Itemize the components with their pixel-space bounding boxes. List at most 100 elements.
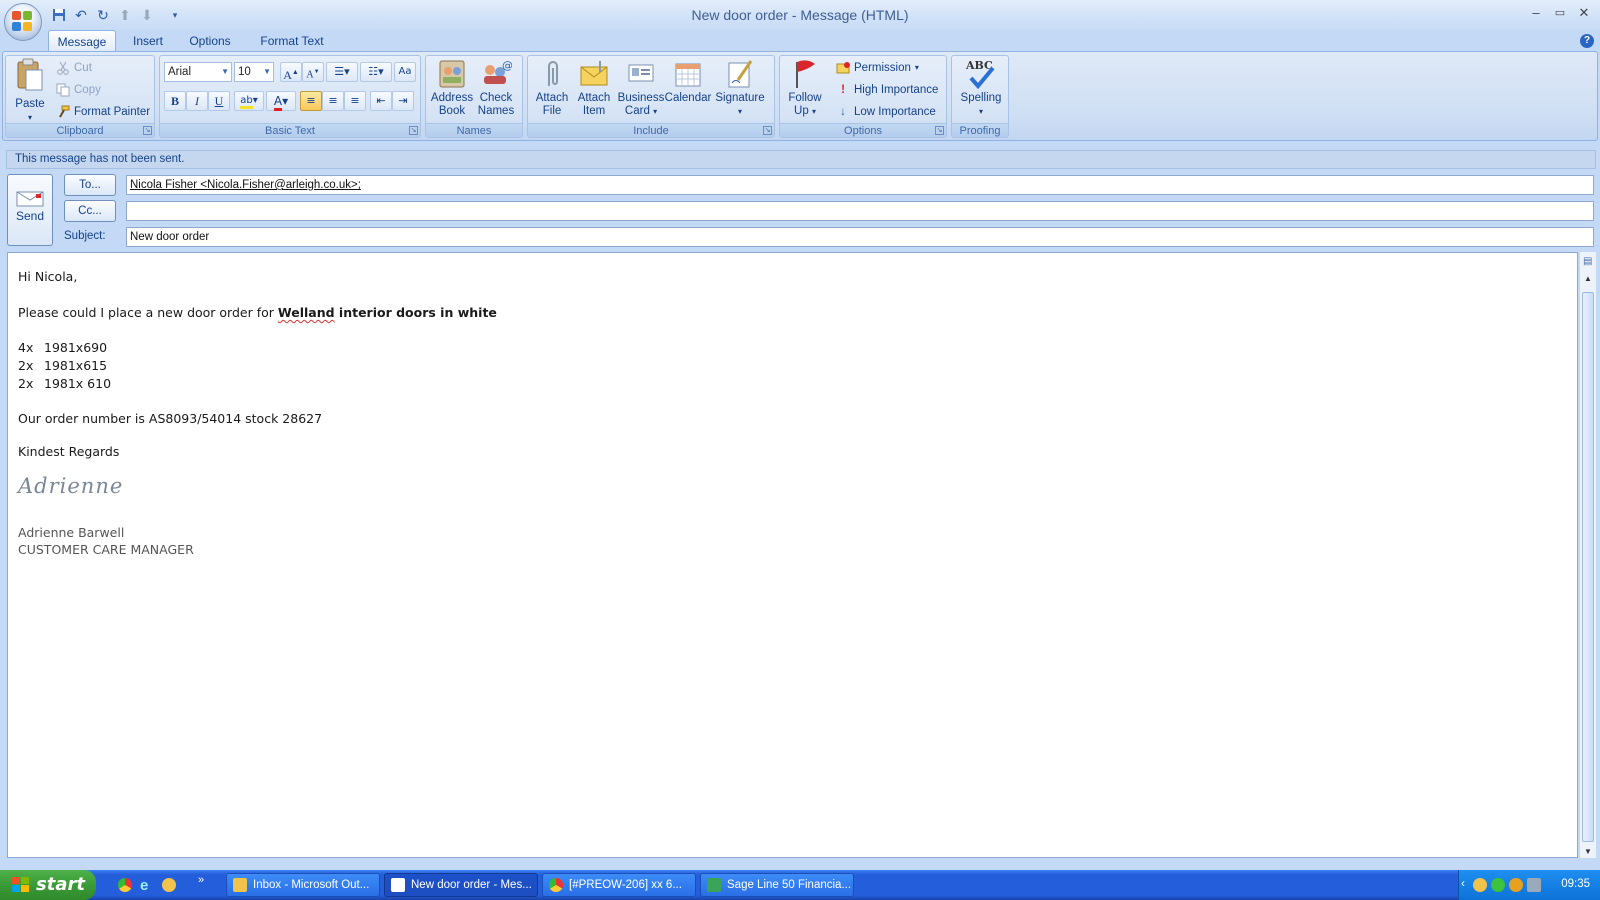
tab-message[interactable]: Message bbox=[48, 30, 116, 52]
follow-up-label-2: Up ▾ bbox=[794, 105, 816, 117]
chrome-quicklaunch-icon[interactable] bbox=[118, 878, 132, 892]
sender-title: CUSTOMER CARE MANAGER bbox=[18, 542, 194, 557]
taskbar-item[interactable]: Inbox - Microsoft Out... bbox=[226, 873, 380, 897]
basic-text-dialog-launcher[interactable]: ↘ bbox=[409, 126, 418, 135]
include-dialog-launcher[interactable]: ↘ bbox=[763, 126, 772, 135]
signature-button[interactable]: Signature ▾ bbox=[712, 58, 768, 118]
outlook-quicklaunch-icon[interactable] bbox=[162, 878, 176, 892]
taskbar-item[interactable]: [#PREOW-206] xx 6... bbox=[542, 873, 696, 897]
business-card-button[interactable]: Business Card ▾ bbox=[616, 58, 666, 118]
copy-icon bbox=[56, 83, 70, 97]
font-color-button[interactable]: A▾ bbox=[266, 91, 296, 111]
taskbar-item[interactable]: Sage Line 50 Financia... bbox=[700, 873, 854, 897]
to-button[interactable]: To... bbox=[64, 174, 116, 196]
paste-icon bbox=[14, 58, 46, 91]
recipient-to[interactable]: Nicola Fisher <Nicola.Fisher@arleigh.co.… bbox=[130, 179, 361, 191]
bullets-button[interactable]: ☰▾ bbox=[326, 62, 358, 82]
status-tray-icon[interactable] bbox=[1491, 878, 1505, 892]
address-book-button[interactable]: Address Book bbox=[430, 58, 474, 118]
title-bar: ↶ ↻ ⬆ ⬇ ▾ New door order - Message (HTML… bbox=[0, 0, 1600, 41]
check-names-button[interactable]: @ Check Names bbox=[474, 58, 518, 118]
quicklaunch-overflow-icon[interactable]: » bbox=[198, 874, 204, 886]
scroll-thumb[interactable] bbox=[1582, 292, 1594, 842]
align-left-button[interactable]: ≡ bbox=[300, 91, 322, 111]
calendar-button[interactable]: Calendar bbox=[662, 58, 714, 105]
minimize-button[interactable]: – bbox=[1525, 4, 1547, 22]
ruler-toggle-icon[interactable]: ▤ bbox=[1583, 256, 1592, 267]
clipboard-dialog-launcher[interactable]: ↘ bbox=[143, 126, 152, 135]
numbering-button[interactable]: ☷▾ bbox=[360, 62, 392, 82]
info-bar: This message has not been sent. bbox=[6, 150, 1596, 169]
scroll-down-icon[interactable]: ▼ bbox=[1584, 847, 1592, 856]
spelling-button[interactable]: ABC Spelling ▾ bbox=[956, 58, 1006, 118]
close-button[interactable]: ✕ bbox=[1573, 4, 1595, 22]
envelope-icon bbox=[578, 58, 610, 90]
cut-button[interactable]: Cut bbox=[56, 58, 92, 78]
tab-options[interactable]: Options bbox=[180, 30, 240, 52]
paste-button[interactable]: Paste ▾ bbox=[10, 58, 50, 124]
underline-button[interactable]: U bbox=[208, 91, 230, 111]
format-painter-button[interactable]: Format Painter bbox=[56, 102, 150, 122]
order-item-size: 1981x 610 bbox=[44, 376, 112, 391]
chevron-down-icon: ▼ bbox=[263, 67, 271, 76]
align-center-button[interactable]: ≡ bbox=[322, 91, 344, 111]
cc-field[interactable] bbox=[126, 201, 1594, 221]
tab-format-text[interactable]: Format Text bbox=[252, 30, 332, 52]
font-family-select[interactable]: Arial ▼ bbox=[164, 62, 232, 82]
copy-button[interactable]: Copy bbox=[56, 80, 101, 100]
highlighter-icon: ab bbox=[240, 95, 253, 109]
decrease-indent-button[interactable]: ⇤ bbox=[370, 91, 392, 111]
signature-dropdown-icon[interactable]: ▾ bbox=[712, 105, 768, 118]
include-group-label: Include bbox=[528, 123, 774, 137]
tray-expand-icon[interactable]: ‹ bbox=[1461, 876, 1465, 890]
font-size-select[interactable]: 10 ▼ bbox=[234, 62, 274, 82]
help-icon[interactable]: ? bbox=[1580, 34, 1594, 48]
send-button[interactable]: Send bbox=[7, 174, 53, 246]
attach-item-label-2: Item bbox=[582, 105, 606, 117]
to-field[interactable]: Nicola Fisher <Nicola.Fisher@arleigh.co.… bbox=[126, 175, 1594, 195]
grow-font-button[interactable]: A▲ bbox=[280, 62, 302, 82]
subject-field[interactable]: New door order bbox=[126, 227, 1594, 247]
start-button[interactable]: start bbox=[0, 870, 96, 900]
update-tray-icon[interactable] bbox=[1509, 878, 1523, 892]
follow-up-button[interactable]: Follow Up ▾ bbox=[782, 58, 828, 118]
outlook-tray-icon[interactable] bbox=[1473, 878, 1487, 892]
check-names-label-1: Check bbox=[479, 92, 513, 104]
office-button[interactable] bbox=[4, 3, 42, 41]
maximize-button[interactable]: ▭ bbox=[1549, 4, 1571, 22]
message-body[interactable]: Hi Nicola, Please could I place a new do… bbox=[7, 252, 1578, 858]
taskbar-item[interactable]: New door order - Mes... bbox=[384, 873, 538, 897]
format-painter-label: Format Painter bbox=[74, 106, 151, 118]
low-importance-button[interactable]: ↓ Low Importance bbox=[836, 102, 936, 122]
follow-up-label-1: Follow bbox=[788, 92, 822, 104]
bold-button[interactable]: B bbox=[164, 91, 186, 111]
taskbar-item-label: [#PREOW-206] xx 6... bbox=[569, 879, 682, 891]
increase-indent-button[interactable]: ⇥ bbox=[392, 91, 414, 111]
attach-item-button[interactable]: Attach Item bbox=[572, 58, 616, 118]
closing-line: Kindest Regards bbox=[18, 444, 120, 459]
cc-button[interactable]: Cc... bbox=[64, 200, 116, 222]
high-importance-button[interactable]: ! High Importance bbox=[836, 80, 938, 100]
calendar-icon bbox=[672, 58, 704, 90]
product-rest: interior doors in white bbox=[334, 305, 497, 320]
scroll-up-icon[interactable]: ▲ bbox=[1584, 274, 1592, 283]
italic-button[interactable]: I bbox=[186, 91, 208, 111]
spelling-dropdown-icon[interactable]: ▾ bbox=[956, 105, 1006, 118]
attach-file-button[interactable]: Attach File bbox=[530, 58, 574, 118]
ie-quicklaunch-icon[interactable]: e bbox=[140, 877, 148, 894]
clock: 09:35 bbox=[1561, 878, 1590, 890]
order-item: 2x 1981x 610 bbox=[18, 376, 111, 391]
tab-insert[interactable]: Insert bbox=[124, 30, 172, 52]
styles-button[interactable]: Aa bbox=[394, 62, 416, 82]
vertical-scrollbar[interactable]: ▤ ▲ ▼ bbox=[1579, 252, 1596, 858]
options-dialog-launcher[interactable]: ↘ bbox=[935, 126, 944, 135]
outlook-icon bbox=[233, 878, 247, 892]
shrink-font-button[interactable]: A▼ bbox=[302, 62, 324, 82]
permission-button[interactable]: Permission ▾ bbox=[836, 58, 919, 78]
spelling-label: Spelling bbox=[960, 92, 1002, 104]
paste-label: Paste bbox=[15, 98, 45, 110]
network-tray-icon[interactable] bbox=[1527, 878, 1541, 892]
highlight-button[interactable]: ab▾ bbox=[234, 91, 264, 111]
order-number-line: Our order number is AS8093/54014 stock 2… bbox=[18, 411, 323, 426]
align-right-button[interactable]: ≡ bbox=[344, 91, 366, 111]
